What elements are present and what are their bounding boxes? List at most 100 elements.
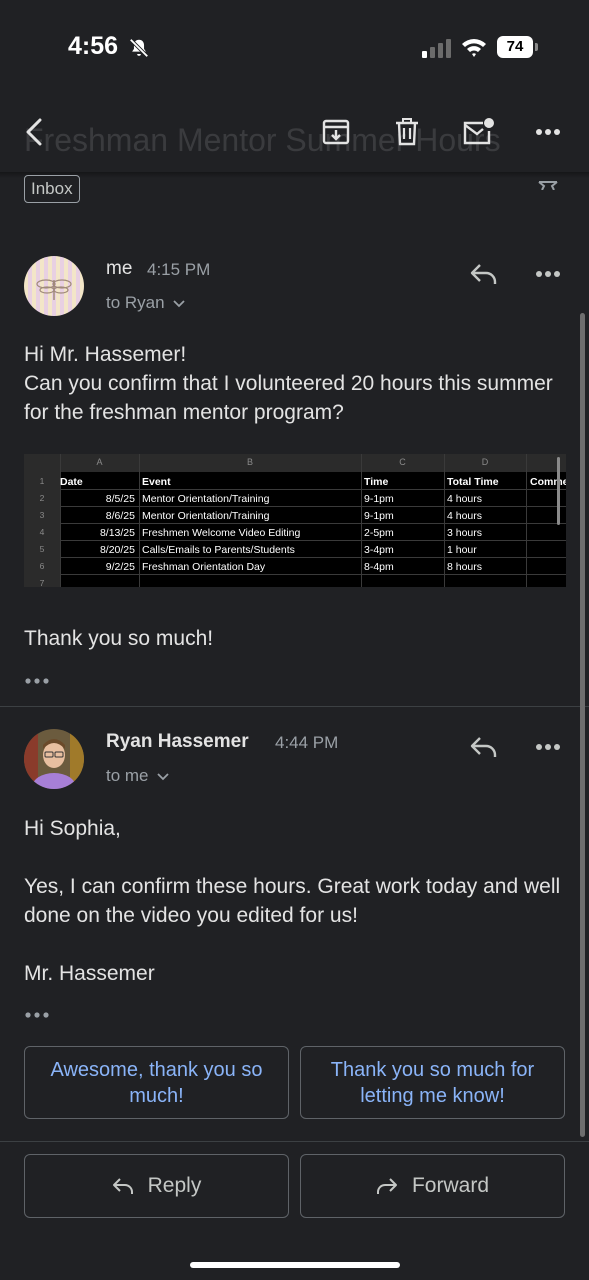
message-body: Hi Mr. Hassemer! Can you confirm that I … — [24, 340, 564, 427]
message-more-button[interactable] — [533, 732, 563, 762]
request-line: Can you confirm that I volunteered 20 ho… — [24, 372, 553, 424]
message-divider — [0, 706, 589, 707]
grid-line — [60, 506, 566, 507]
show-trimmed-button[interactable] — [24, 674, 52, 686]
forward-label: Forward — [411, 1174, 490, 1197]
reply-button[interactable] — [469, 259, 499, 289]
cell-date: 8/5/25 — [105, 493, 135, 505]
show-trimmed-button[interactable] — [24, 1008, 52, 1020]
cell-date: 8/13/25 — [99, 527, 135, 539]
column-header-bar: A B C D — [24, 454, 566, 472]
reply-arrow-icon — [112, 1178, 133, 1194]
header-cell-time: Time — [364, 476, 389, 488]
avatar-ryan[interactable] — [24, 729, 84, 789]
cell-time: 8-4pm — [364, 561, 394, 573]
cell-total: 1 hour — [447, 544, 477, 556]
recipient-toggle[interactable]: to me — [106, 766, 169, 786]
hours-spreadsheet-image[interactable]: A B C D 1 2 3 4 5 6 7 Date Event Time To… — [24, 454, 566, 587]
cell-time: 3-4pm — [364, 544, 394, 556]
col-header: D — [481, 457, 489, 467]
back-button[interactable] — [16, 114, 52, 150]
header-cell-date: Date — [60, 476, 83, 488]
toolbar-shadow — [0, 172, 589, 178]
bell-off-icon — [129, 38, 149, 58]
chevron-down-icon — [173, 300, 185, 308]
dragonfly-avatar-icon — [24, 256, 84, 316]
reply-action-button[interactable]: Reply — [24, 1154, 289, 1218]
more-horizontal-icon — [536, 744, 560, 750]
closing-line: Thank you so much! — [24, 627, 214, 650]
sender-name: Ryan Hassemer — [106, 731, 249, 752]
grid-line — [60, 540, 566, 541]
cell-date: 8/6/25 — [105, 510, 135, 522]
cell-total: 3 hours — [447, 527, 483, 539]
more-horizontal-icon — [25, 1012, 49, 1018]
recipient-label: to me — [106, 766, 149, 785]
page-scrollbar[interactable] — [580, 313, 585, 1137]
grid-line — [60, 574, 566, 575]
chevron-down-icon — [157, 773, 169, 781]
more-options-button[interactable] — [530, 114, 566, 150]
recipient-toggle[interactable]: to Ryan — [106, 293, 185, 313]
reply-arrow-icon — [470, 737, 497, 757]
delete-button[interactable] — [389, 114, 425, 150]
header-cell-total: Total Time — [447, 476, 499, 488]
avatar-me[interactable] — [24, 256, 84, 316]
star-icon[interactable] — [536, 170, 560, 190]
header-cell-event: Event — [142, 476, 171, 488]
signature-line: Mr. Hassemer — [24, 962, 155, 985]
sender-name: me — [106, 258, 133, 279]
inbox-label-chip[interactable]: Inbox — [24, 175, 80, 203]
person-avatar-icon — [24, 729, 84, 789]
battery-level: 74 — [497, 36, 533, 58]
header-cell-comments: Comme — [530, 476, 566, 488]
archive-icon — [322, 119, 350, 145]
more-horizontal-icon — [536, 129, 560, 135]
forward-arrow-icon — [376, 1178, 397, 1194]
mark-unread-icon — [463, 118, 494, 145]
row-number: 6 — [39, 561, 45, 571]
smart-reply-chip[interactable]: Thank you so much for letting me know! — [300, 1046, 565, 1119]
mark-unread-button[interactable] — [460, 114, 496, 150]
status-time: 4:56 — [68, 32, 119, 60]
confirmation-text: Yes, I can confirm these hours. Great wo… — [24, 875, 561, 927]
home-indicator[interactable] — [190, 1262, 400, 1268]
row-number: 4 — [39, 527, 45, 537]
cellular-signal-icon — [422, 39, 451, 58]
cell-event: Calls/Emails to Parents/Students — [142, 544, 295, 556]
row-number: 1 — [39, 476, 45, 486]
cell-date: 8/20/25 — [99, 544, 135, 556]
cell-total: 8 hours — [447, 561, 483, 573]
sent-time: 4:44 PM — [275, 733, 339, 752]
sheet-scrollbar — [557, 457, 560, 525]
row-number: 5 — [39, 544, 45, 554]
grid-line — [361, 454, 362, 587]
grid-line — [60, 557, 566, 558]
subject-under-toolbar: Freshman Mentor Summer Hours — [24, 122, 501, 158]
status-bar: 4:56 74 — [0, 0, 589, 96]
forward-action-button[interactable]: Forward — [300, 1154, 565, 1218]
message-more-button[interactable] — [533, 259, 563, 289]
row-number: 2 — [39, 493, 45, 503]
cell-total: 4 hours — [447, 510, 483, 522]
row-number: 7 — [39, 578, 45, 587]
cell-time: 9-1pm — [364, 510, 394, 522]
message-body: Hi Sophia, Yes, I can confirm these hour… — [24, 814, 564, 988]
cell-time: 9-1pm — [364, 493, 394, 505]
col-header: A — [96, 457, 103, 467]
smart-reply-chip[interactable]: Awesome, thank you so much! — [24, 1046, 289, 1119]
cell-time: 2-5pm — [364, 527, 394, 539]
more-horizontal-icon — [536, 271, 560, 277]
grid-line — [139, 454, 140, 587]
cell-event: Mentor Orientation/Training — [142, 510, 270, 522]
sent-time: 4:15 PM — [147, 260, 211, 279]
reply-label: Reply — [147, 1174, 202, 1197]
archive-button[interactable] — [318, 114, 354, 150]
reply-arrow-icon — [470, 264, 497, 284]
greeting-line: Hi Mr. Hassemer! — [24, 343, 187, 366]
grid-line — [60, 489, 566, 490]
greeting-line: Hi Sophia, — [24, 817, 121, 840]
reply-button[interactable] — [469, 732, 499, 762]
